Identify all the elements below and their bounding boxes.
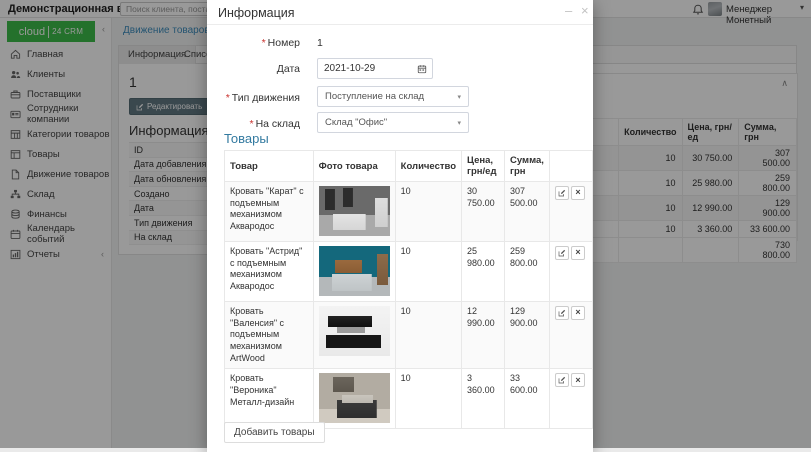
chevron-down-icon: ▾ — [457, 93, 461, 101]
date-label: Дата — [207, 63, 300, 75]
edit-icon — [558, 249, 566, 257]
edit-row-button[interactable] — [555, 246, 569, 260]
modal-header: Информация – × — [207, 0, 593, 25]
col-header-photo: Фото товара — [313, 151, 395, 182]
information-modal: Информация – × *Номер 1 Дата *Тип движен… — [207, 0, 593, 452]
number-label: *Номер — [207, 37, 300, 49]
col-header-sum: Сумма, грн — [505, 151, 550, 182]
edit-icon — [558, 189, 566, 197]
edit-row-button[interactable] — [555, 373, 569, 387]
edit-icon — [558, 309, 566, 317]
required-mark: * — [262, 37, 266, 49]
movement-type-label: *Тип движения — [207, 92, 300, 104]
product-photo — [319, 306, 390, 356]
product-name: Кровать "Астрид" с подъемным механизмом … — [225, 242, 314, 302]
add-products-button[interactable]: Добавить товары — [224, 422, 325, 443]
delete-row-button[interactable]: × — [571, 246, 585, 260]
col-header-price: Цена, грн/ед — [462, 151, 505, 182]
movement-type-select[interactable]: Поступление на склад ▾ — [317, 86, 469, 107]
delete-row-button[interactable]: × — [571, 373, 585, 387]
app-screen: Демонстрационная версия Менеджер Монетны… — [0, 0, 811, 452]
warehouse-label: *На склад — [207, 118, 300, 130]
product-name: Кровать "Валенсия" с подъемным механизмо… — [225, 302, 314, 369]
edit-row-button[interactable] — [555, 306, 569, 320]
product-row: Кровать "Валенсия" с подъемным механизмо… — [225, 302, 593, 369]
edit-row-button[interactable] — [555, 186, 569, 200]
calendar-addon-button[interactable] — [412, 58, 433, 79]
product-photo — [319, 186, 390, 236]
product-name: Кровать "Карат" с подъемным механизмом А… — [225, 182, 314, 242]
modal-products-table: Товар Фото товара Количество Цена, грн/е… — [224, 150, 593, 429]
warehouse-select[interactable]: Склад "Офис" ▾ — [317, 112, 469, 133]
required-mark: * — [226, 92, 230, 104]
product-row: Кровать "Карат" с подъемным механизмом А… — [225, 182, 593, 242]
number-value: 1 — [317, 37, 323, 49]
product-row: Кровать "Астрид" с подъемным механизмом … — [225, 242, 593, 302]
product-name: Кровать "Вероника" Металл-дизайн — [225, 369, 314, 429]
minimize-icon[interactable]: – — [565, 3, 572, 18]
col-header-name: Товар — [225, 151, 314, 182]
delete-row-button[interactable]: × — [571, 186, 585, 200]
delete-row-button[interactable]: × — [571, 306, 585, 320]
product-photo — [319, 246, 390, 296]
products-section-title: Товары — [224, 131, 269, 146]
close-icon[interactable]: × — [581, 3, 589, 18]
edit-icon — [558, 376, 566, 384]
product-row: Кровать "Вероника" Металл-дизайн 10 3 36… — [225, 369, 593, 429]
col-header-qty: Количество — [395, 151, 461, 182]
date-input[interactable] — [317, 58, 413, 79]
calendar-icon — [417, 64, 427, 74]
chevron-down-icon: ▾ — [457, 119, 461, 127]
modal-title: Информация — [218, 6, 295, 20]
required-mark: * — [250, 118, 254, 130]
product-photo — [319, 373, 390, 423]
